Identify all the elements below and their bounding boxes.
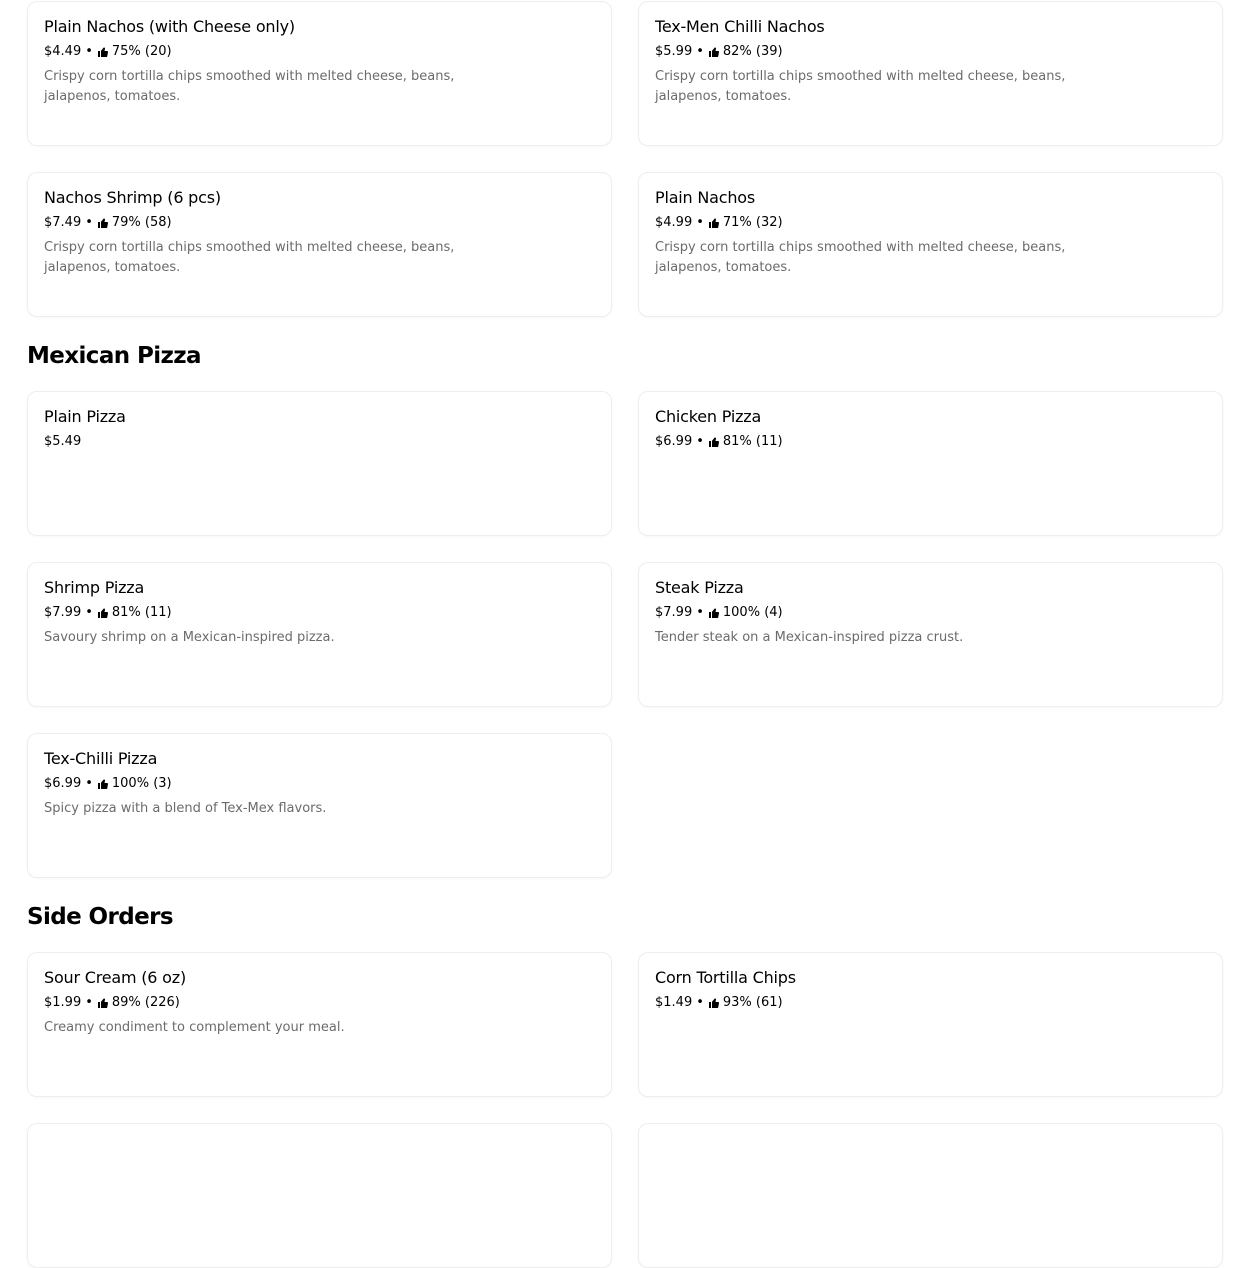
menu-item-card[interactable]: Shrimp Pizza $7.99 • 81% (11) Savoury sh… [27,562,612,707]
menu-item-card[interactable]: Nachos Shrimp (6 pcs) $7.49 • 79% (58) C… [27,172,612,317]
item-price: $4.49 [44,44,82,59]
item-description: Crispy corn tortilla chips smoothed with… [655,69,1066,104]
item-rating: 81% (11) [722,434,783,449]
item-description: Tender steak on a Mexican-inspired pizza… [655,630,964,645]
item-name: Sour Cream (6 oz) [44,968,187,987]
item-meta: $5.49 [44,434,81,449]
menu-item-card[interactable]: Plain Pizza $5.49 [27,391,612,536]
item-price: $5.49 [44,434,82,449]
item-name: Plain Nachos (with Cheese only) [44,17,295,36]
item-price: $7.99 [655,605,693,620]
meta-separator: • [85,605,93,620]
section-title-mexican-pizza: Mexican Pizza [27,343,202,369]
item-meta: $6.99 • 100% (3) [44,776,172,791]
meta-separator: • [696,215,704,230]
item-name: Plain Pizza [44,407,126,426]
item-rating: 93% (61) [722,995,783,1010]
thumbs-up-icon [97,998,108,1008]
menu-item-card[interactable]: Chicken Pizza $6.99 • 81% (11) [638,391,1223,536]
thumbs-up-icon [708,47,719,57]
item-rating: 100% (4) [722,605,783,620]
menu-item-card[interactable]: Tex-Chilli Pizza $6.99 • 100% (3) Spicy … [27,733,612,878]
item-rating: 89% (226) [111,995,180,1010]
item-meta: $1.49 • 93% (61) [655,995,783,1010]
item-price: $6.99 [44,776,82,791]
meta-separator: • [696,434,704,449]
menu-item-card[interactable]: Tex-Men Chilli Nachos $5.99 • 82% (39) C… [638,1,1223,146]
item-price: $5.99 [655,44,693,59]
item-rating: 100% (3) [111,776,172,791]
item-name: Chicken Pizza [655,407,762,426]
thumbs-up-icon [708,998,719,1008]
menu-item-card[interactable] [27,1123,612,1268]
menu-item-card[interactable] [638,1123,1223,1268]
thumbs-up-icon [97,218,108,228]
item-rating: 82% (39) [722,44,783,59]
item-description: Crispy corn tortilla chips smoothed with… [44,69,455,104]
thumbs-up-icon [97,47,108,57]
meta-separator: • [85,215,93,230]
item-description: Crispy corn tortilla chips smoothed with… [44,240,455,275]
item-name: Corn Tortilla Chips [655,968,796,987]
item-price: $1.49 [655,995,693,1010]
item-meta: $4.49 • 75% (20) [44,44,172,59]
item-meta: $6.99 • 81% (11) [655,434,783,449]
item-meta: $7.99 • 100% (4) [655,605,783,620]
section-title-side-orders: Side Orders [27,904,174,930]
item-rating: 79% (58) [111,215,172,230]
item-meta: $5.99 • 82% (39) [655,44,783,59]
menu-item-card[interactable]: Plain Nachos $4.99 • 71% (32) Crispy cor… [638,172,1223,317]
meta-separator: • [85,776,93,791]
menu-item-card[interactable]: Corn Tortilla Chips $1.49 • 93% (61) [638,952,1223,1097]
menu-item-card[interactable]: Sour Cream (6 oz) $1.99 • 89% (226) Crea… [27,952,612,1097]
item-rating: 71% (32) [722,215,783,230]
item-name: Steak Pizza [655,578,744,597]
item-description: Creamy condiment to complement your meal… [44,1020,345,1035]
item-name: Shrimp Pizza [44,578,145,597]
meta-separator: • [696,995,704,1010]
item-price: $4.99 [655,215,693,230]
item-name: Tex-Chilli Pizza [44,749,158,768]
item-name: Nachos Shrimp (6 pcs) [44,188,221,207]
item-name: Tex-Men Chilli Nachos [655,17,825,36]
item-meta: $1.99 • 89% (226) [44,995,180,1010]
item-price: $6.99 [655,434,693,449]
item-description: Spicy pizza with a blend of Tex-Mex flav… [44,801,327,816]
item-price: $7.99 [44,605,82,620]
item-name: Plain Nachos [655,188,756,207]
item-meta: $7.49 • 79% (58) [44,215,172,230]
thumbs-up-icon [97,779,108,789]
meta-separator: • [696,44,704,59]
meta-separator: • [696,605,704,620]
item-meta: $4.99 • 71% (32) [655,215,783,230]
item-description: Crispy corn tortilla chips smoothed with… [655,240,1066,275]
meta-separator: • [85,995,93,1010]
menu-item-card[interactable]: Plain Nachos (with Cheese only) $4.49 • … [27,1,612,146]
thumbs-up-icon [708,437,719,447]
meta-separator: • [85,44,93,59]
item-description: Savoury shrimp on a Mexican-inspired piz… [44,630,335,645]
thumbs-up-icon [97,608,108,618]
menu-item-card[interactable]: Steak Pizza $7.99 • 100% (4) Tender stea… [638,562,1223,707]
thumbs-up-icon [708,608,719,618]
item-rating: 81% (11) [111,605,172,620]
item-meta: $7.99 • 81% (11) [44,605,172,620]
item-price: $7.49 [44,215,82,230]
thumbs-up-icon [708,218,719,228]
item-rating: 75% (20) [111,44,172,59]
item-price: $1.99 [44,995,82,1010]
